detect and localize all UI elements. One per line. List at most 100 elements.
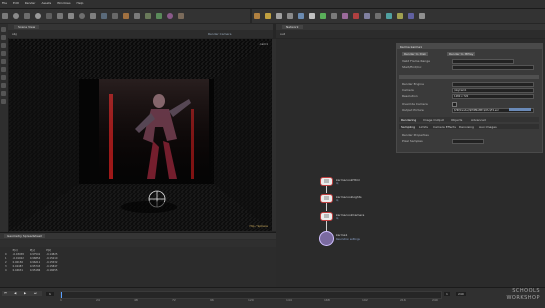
null-tool-icon[interactable] [56,13,63,19]
play-icon[interactable]: ▶ [24,291,26,295]
tab-rendering[interactable]: Rendering [401,118,416,122]
circle-tool-icon[interactable] [78,13,85,19]
line-tool-icon[interactable] [67,13,74,19]
render-region-icon[interactable] [1,83,6,88]
karmacook-html-node[interactable] [320,177,333,186]
ambient-light-icon[interactable] [352,13,359,19]
override-camera-checkbox[interactable] [452,102,457,107]
spreadsheet-tab-bar: Geometry Spreadsheet [0,233,276,239]
pose-tool-icon[interactable] [1,67,6,72]
indirect-light-icon[interactable] [319,13,326,19]
viewport[interactable]: cam1 Hip / Sphere [9,39,272,231]
fast-forward-icon[interactable]: ⏭ [34,291,37,295]
spot-light-icon[interactable] [275,13,282,19]
network-path[interactable]: out [280,32,285,36]
grid-snap-icon[interactable] [1,99,6,104]
curve-tool-icon[interactable] [89,13,96,19]
view-tool-icon[interactable] [1,75,6,80]
render-to-disk-button[interactable]: Render to Disk [402,52,429,56]
grid-tool-icon[interactable] [45,13,52,19]
karma-node[interactable] [319,231,334,246]
tab-scene-view[interactable]: Scene View [14,25,40,29]
tick-label: 144 [286,298,292,302]
spray-paint-tool-icon[interactable] [122,13,129,19]
node-label: karma1 [336,233,348,237]
subtab-limits[interactable]: Limits [419,125,428,129]
karmacook-lights-node[interactable] [320,194,333,203]
label-pixel-samples: Pixel Samples [402,139,423,143]
pixel-samples-field[interactable] [452,139,484,144]
menu-file[interactable]: File [2,1,7,5]
render-to-mplay-button[interactable]: Render to MPlay [447,52,476,56]
menu-assets[interactable]: Assets [41,1,51,5]
camera-menu[interactable]: Render Camera [208,32,231,36]
resolution-field[interactable]: 1280 x 720 [452,94,534,99]
playback-controls: ⏮ ◀ ▶ ⏭ [2,291,42,296]
current-frame-field[interactable]: 1 [46,292,54,296]
torus-tool-icon[interactable] [34,13,41,19]
draw-curve-tool-icon[interactable] [100,13,107,19]
rewind-icon[interactable]: ⏮ [4,291,7,295]
box-tool-icon[interactable] [2,13,8,19]
sky-light-icon[interactable] [297,13,304,19]
tab-advanced[interactable]: Advanced [471,118,486,122]
output-slider[interactable] [509,108,531,111]
platonic-tool-icon[interactable] [144,13,151,19]
font-tool-icon[interactable] [133,13,140,19]
tick-label: 192 [362,298,368,302]
caustic-light-icon[interactable] [396,13,403,19]
tab-geometry-spreadsheet[interactable]: Geometry Spreadsheet [4,234,45,238]
menu-windows[interactable]: Windows [57,1,70,5]
end-frame-field[interactable]: 240 [456,292,466,296]
node-label: karmacookCamera [336,213,365,217]
path-tool-icon[interactable] [111,13,118,19]
subtab-sampling[interactable]: Sampling [401,125,415,129]
lsystem-tool-icon[interactable] [155,13,162,19]
camera-tool-icon[interactable] [330,13,337,19]
play-reverse-icon[interactable]: ◀ [14,291,16,295]
tab-objects[interactable]: Objects [451,118,462,122]
menu-bar: File Edit Render Assets Windows Help [0,0,545,9]
subtab-denoising[interactable]: Denoising [459,125,474,129]
timeline-ticks: 1 24 48 72 96 120 144 168 192 216 240 [60,298,440,302]
subtab-camera-effects[interactable]: Camera Effects [433,125,456,129]
start-end-field[interactable] [452,65,534,70]
env-light-icon[interactable] [308,13,315,19]
stereo-camera-icon[interactable] [363,13,370,19]
menu-help[interactable]: Help [77,1,84,5]
viewport-path[interactable]: obj [12,32,17,36]
metaball-tool-icon[interactable] [166,13,173,19]
start-frame-field[interactable]: 1 [444,292,450,296]
file-tool-icon[interactable] [177,13,184,19]
rotate-tool-icon[interactable] [1,43,6,48]
menu-edit[interactable]: Edit [13,1,19,5]
tab-image-output[interactable]: Image Output [423,118,444,122]
point-light-icon[interactable] [264,13,271,19]
tube-tool-icon[interactable] [23,13,30,19]
karmacook-camera-node[interactable] [320,212,333,221]
gamma-icon[interactable] [385,13,392,19]
persp-label[interactable]: cam1 [260,42,268,46]
handle-tool-icon[interactable] [1,59,6,64]
area-light-icon[interactable] [286,13,293,19]
tab-network[interactable]: Network [282,25,303,29]
render-engine-field[interactable] [452,82,534,87]
table-row[interactable]: 4 0.04631 0.95186 -0.16055 [2,268,60,272]
light-tool-icon[interactable] [254,13,260,19]
menu-render[interactable]: Render [25,1,36,5]
sphere-tool-icon[interactable] [12,13,19,19]
wire [326,220,327,231]
subtab-aux-images[interactable]: Aux Images [479,125,497,129]
switcher-icon[interactable] [374,13,381,19]
select-tool-icon[interactable] [1,27,6,32]
portal-light-icon[interactable] [407,13,414,19]
snap-icon[interactable] [1,91,6,96]
node-label: karmacookHtml [336,178,360,182]
vr-camera-icon[interactable] [341,13,348,19]
camera-field[interactable]: /obj/cam1 [452,88,534,93]
frame-range-field[interactable] [452,59,514,64]
volume-light-icon[interactable] [418,13,425,19]
move-tool-icon[interactable] [1,35,6,40]
scale-tool-icon[interactable] [1,51,6,56]
tick-label: 1 [60,298,62,302]
